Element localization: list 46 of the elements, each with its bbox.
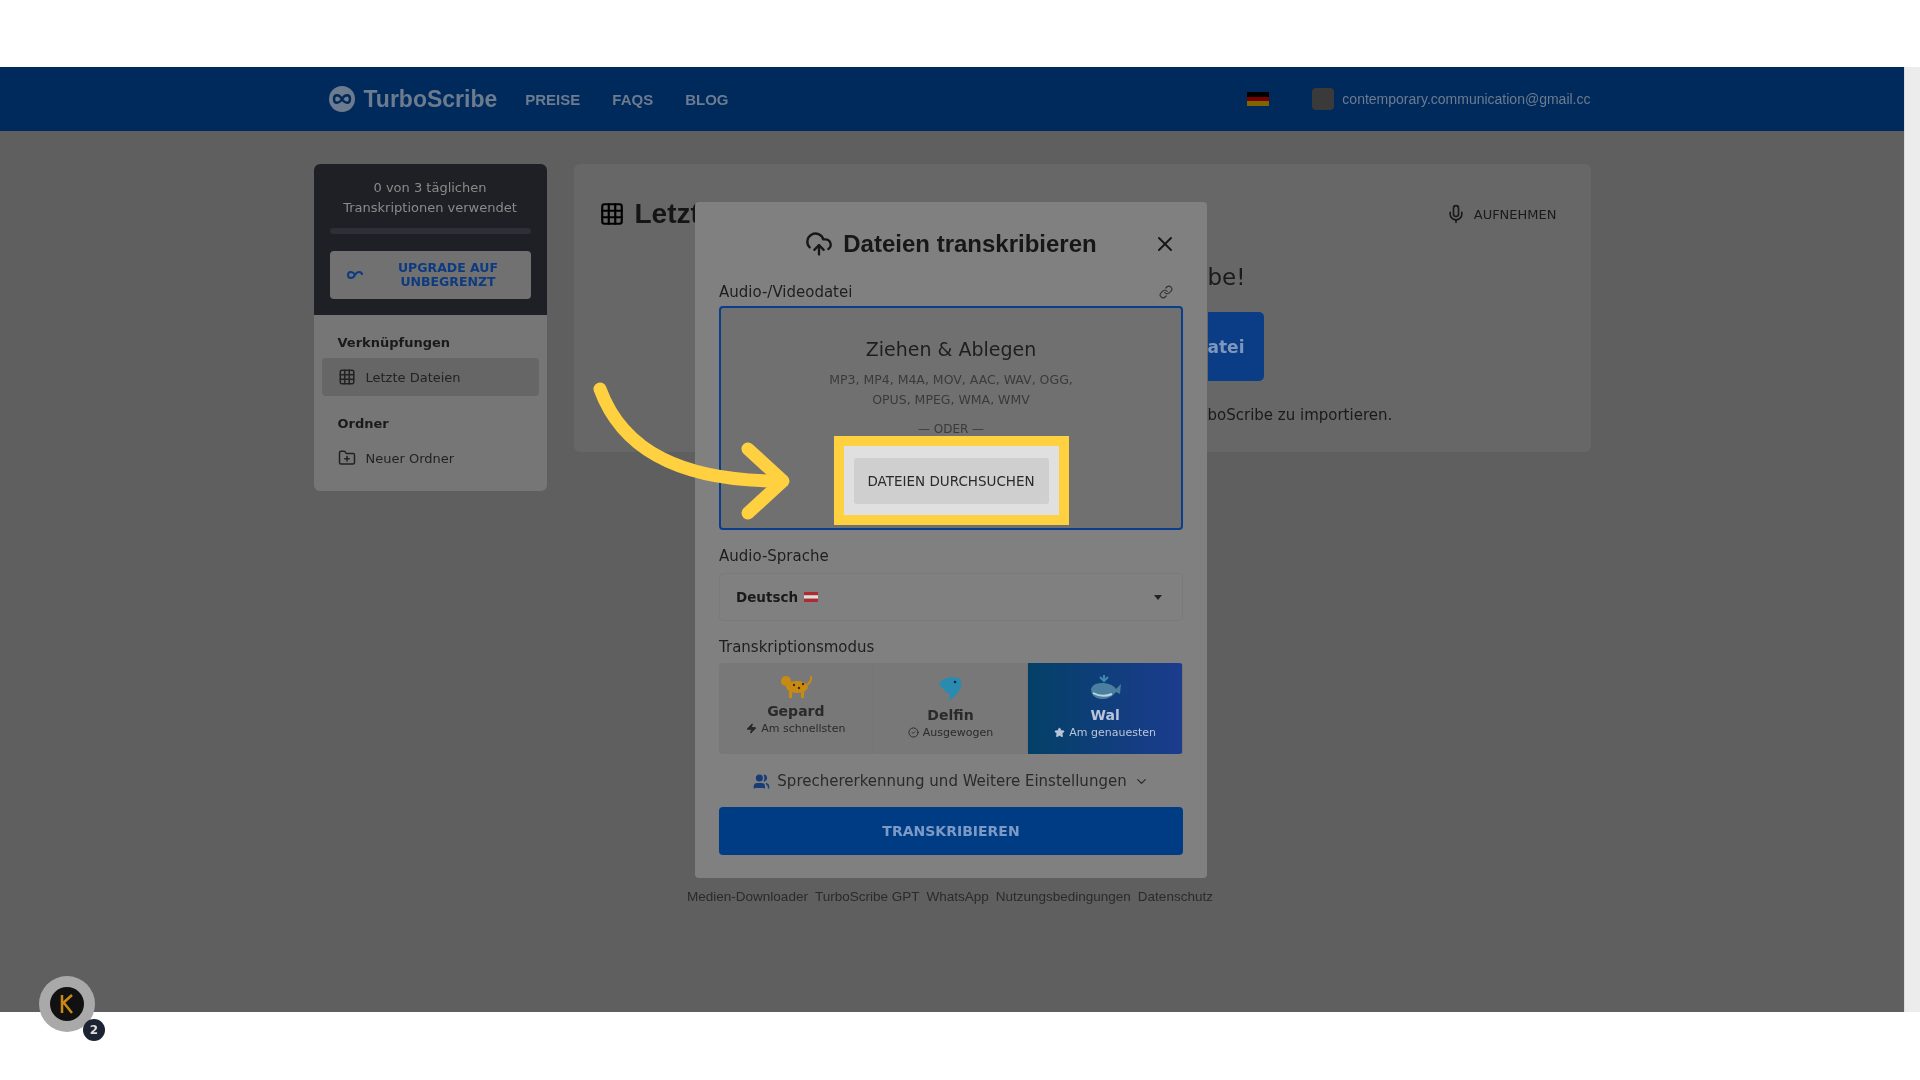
dialog-title: Dateien transkribieren — [843, 230, 1097, 258]
check-circle-icon — [907, 727, 919, 738]
caret-icon — [1154, 594, 1162, 600]
mode-option[interactable]: Wal Am genauesten — [1028, 663, 1183, 754]
star-icon — [1054, 727, 1066, 738]
sidebar-section-title: Verknüpfungen — [336, 334, 452, 352]
cheetah-icon — [778, 673, 813, 699]
settings-toggle[interactable]: Sprechererkennung und Weitere Einstellungen — [719, 772, 1183, 790]
users-icon — [753, 772, 771, 790]
notification-badge: 2 — [83, 1019, 105, 1041]
logo-icon — [327, 85, 356, 113]
browse-files-button[interactable]: DATEIEN DURCHSUCHEN — [853, 457, 1049, 504]
logo-icon — [50, 987, 84, 1021]
nav-link[interactable]: BLOG — [685, 90, 729, 108]
mode-option[interactable]: Gepard Am schnellsten — [719, 663, 874, 754]
infinity-icon — [345, 270, 364, 280]
nav-link[interactable]: FAQS — [612, 90, 654, 108]
sidebar-item[interactable]: Neuer Ordner — [321, 439, 539, 477]
sidebar-item[interactable]: Letzte Dateien — [321, 358, 539, 396]
description-text: boScribe zu importieren. — [1207, 406, 1393, 424]
field-label: Transkriptionsmodus — [719, 638, 876, 656]
link-icon[interactable] — [1159, 285, 1173, 299]
usage-text: 0 von 3 täglichen Transkriptionen verwendet — [342, 179, 518, 217]
upgrade-button[interactable]: UPGRADE AUF UNBEGRENZT — [329, 251, 531, 299]
scrollbar[interactable] — [1904, 67, 1920, 1012]
transcribe-button[interactable]: TRANSKRIBIEREN — [719, 807, 1183, 855]
nav-link[interactable]: PREISE — [525, 90, 581, 108]
cloud-upload-icon — [805, 230, 834, 258]
field-label: Audio-Sprache — [719, 547, 830, 565]
flag-icon — [804, 592, 819, 602]
logo-text[interactable]: TurboScribe — [363, 85, 498, 113]
account-email[interactable]: contemporary.communication@gmail.cc — [1342, 91, 1591, 107]
upload-button[interactable]: atei — [1207, 312, 1264, 381]
bolt-icon — [746, 723, 758, 734]
grid-icon — [598, 201, 625, 227]
language-select[interactable]: Deutsch — [719, 573, 1183, 621]
grid-icon — [337, 368, 356, 386]
folder-plus-icon — [337, 449, 356, 467]
flag-icon[interactable] — [1247, 92, 1270, 106]
drop-zone-title: Ziehen & Ablegen — [865, 338, 1037, 360]
mode-option[interactable]: Delfin Ausgewogen — [873, 663, 1029, 754]
record-button[interactable]: AUFNEHMEN — [1439, 203, 1563, 225]
heading-text: be! — [1207, 264, 1246, 290]
field-label: Audio-/Videodatei — [719, 283, 853, 301]
chat-button[interactable] — [39, 976, 95, 1032]
sidebar-section-title: Ordner — [336, 415, 390, 433]
